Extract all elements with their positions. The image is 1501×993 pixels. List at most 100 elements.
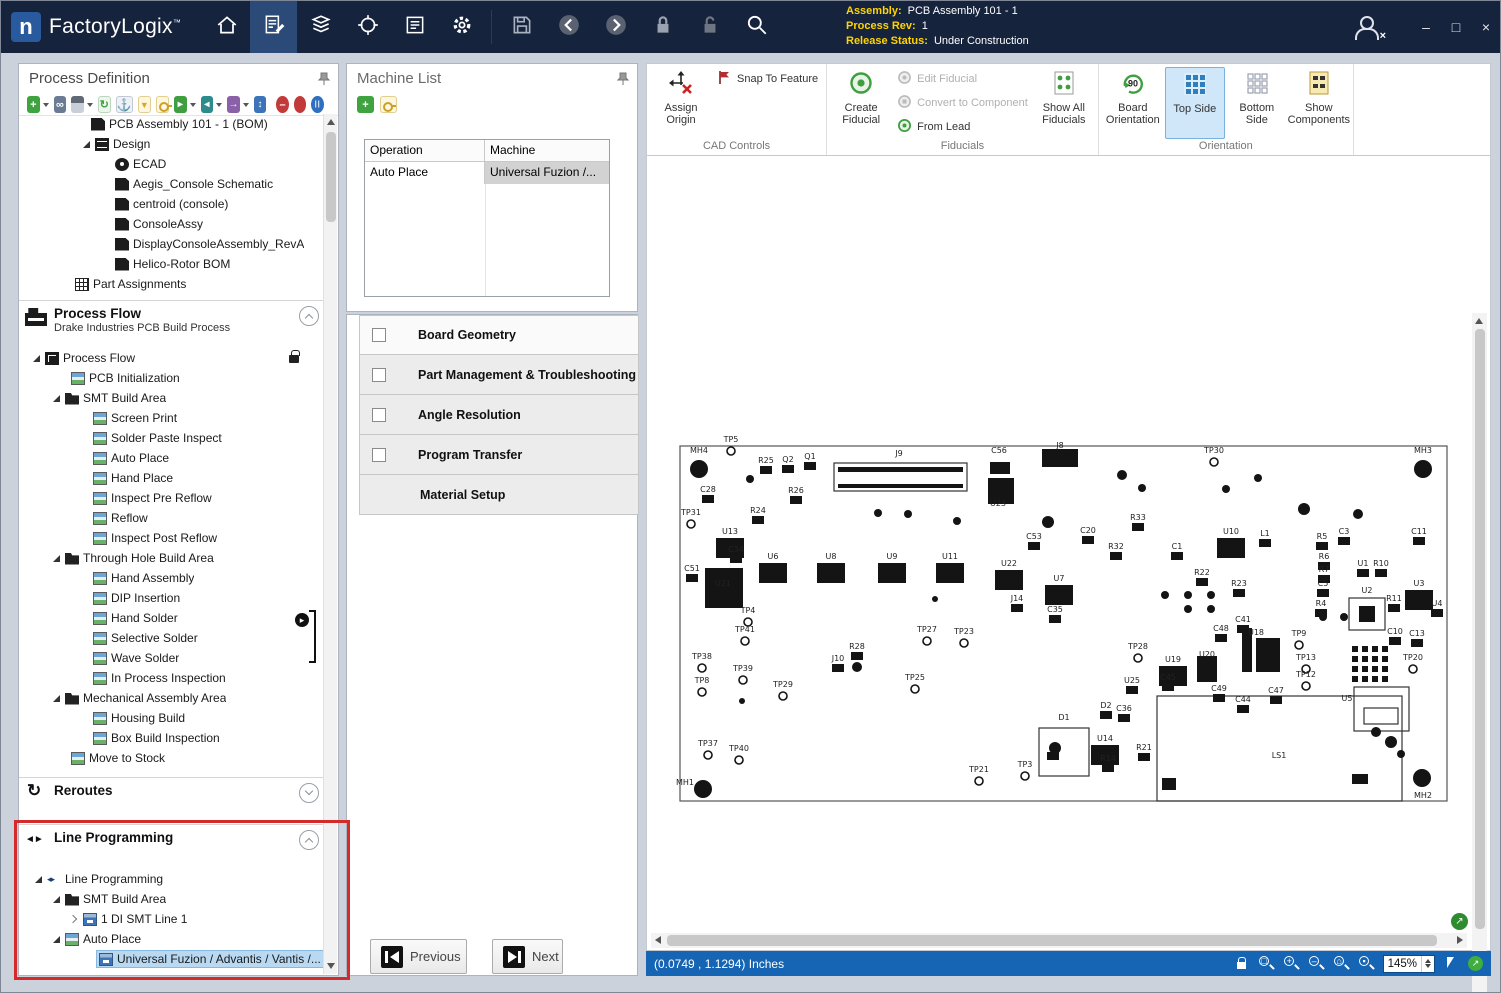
import-icon[interactable] (201, 96, 214, 113)
snap-to-feature-button[interactable]: Snap To Feature (713, 69, 822, 89)
scrollbar-thumb[interactable] (1475, 329, 1485, 929)
tree-item[interactable]: Box Build Inspection (19, 728, 327, 748)
tree-item-content[interactable]: Line Programming (45, 871, 167, 887)
from-lead-button[interactable]: From Lead (893, 117, 1032, 137)
pcb-board-view[interactable]: MH4TP5C28TP31U13C34R25Q2Q1R26R24J9C56J8U… (652, 316, 1463, 936)
tree-item[interactable]: Process Flow (19, 348, 327, 368)
back-button[interactable] (545, 1, 592, 53)
collapsed-arrow-icon[interactable] (68, 913, 81, 926)
expanded-arrow-icon[interactable] (50, 392, 63, 405)
tree-item[interactable]: centroid (console) (19, 194, 327, 214)
operation-cell[interactable]: Auto Place (365, 162, 485, 184)
tree-item-content[interactable]: Helico-Rotor BOM (113, 256, 234, 272)
key-icon[interactable] (156, 96, 169, 113)
reroutes-header[interactable]: Reroutes (19, 777, 327, 814)
tree-item-content[interactable]: SMT Build Area (63, 390, 170, 406)
tree-item-content[interactable]: Hand Place (91, 470, 177, 486)
tree-item-content[interactable]: Screen Print (91, 410, 181, 426)
tree-item-content[interactable]: Reflow (91, 510, 152, 526)
pin-icon[interactable] (617, 72, 629, 91)
canvas-horizontal-scrollbar[interactable] (651, 933, 1467, 948)
tree-item[interactable]: Screen Print (19, 408, 327, 428)
link-icon[interactable] (54, 96, 67, 113)
tree-item-content[interactable]: Through Hole Build Area (63, 550, 218, 566)
tree-item[interactable]: Line Programming (19, 869, 327, 889)
assign-origin-button[interactable]: Assign Origin (651, 67, 711, 139)
tree-item-content[interactable]: Hand Solder (91, 610, 182, 626)
user-logout-icon[interactable]: × (1352, 14, 1378, 40)
expanded-arrow-icon[interactable] (50, 692, 63, 705)
record-icon[interactable] (294, 96, 307, 113)
tree-item-content[interactable]: centroid (console) (113, 196, 232, 212)
tree-item[interactable]: SMT Build Area (19, 889, 327, 909)
expanded-arrow-icon[interactable] (50, 893, 63, 906)
machine-cell[interactable]: Universal Fuzion /... (485, 162, 609, 184)
expanded-arrow-icon[interactable] (50, 933, 63, 946)
create-fiducial-button[interactable]: Create Fiducial (831, 67, 891, 139)
tree-item-content[interactable]: Aegis_Console Schematic (113, 176, 277, 192)
edit-fiducial-button[interactable]: Edit Fiducial (893, 69, 1032, 89)
process-definition-button[interactable] (250, 1, 297, 53)
close-button[interactable]: × (1478, 19, 1494, 35)
dropdown-caret-icon[interactable] (43, 103, 49, 107)
zoom-level-input[interactable]: 145% (1383, 955, 1435, 973)
previous-button[interactable]: Previous (370, 939, 467, 974)
tree-item-content[interactable]: ConsoleAssy (113, 216, 207, 232)
tree-item[interactable]: Auto Place (19, 448, 327, 468)
tree-item[interactable]: PCB Assembly 101 - 1 (BOM) (19, 114, 327, 134)
scroll-up-arrow-icon[interactable] (327, 119, 335, 125)
refresh-view-icon[interactable]: ↗ (1468, 956, 1483, 971)
section-item[interactable]: Material Setup (359, 475, 639, 515)
section-checkbox[interactable] (372, 448, 386, 462)
section-item[interactable]: Part Management & Troubleshooting (359, 355, 639, 395)
tree-item-content[interactable]: Process Flow (43, 350, 139, 366)
remove-icon[interactable] (276, 96, 289, 113)
tree-item[interactable]: Solder Paste Inspect (19, 428, 327, 448)
board-orientation-button[interactable]: 90 Board Orientation (1103, 67, 1163, 139)
next-button[interactable]: Next (492, 939, 563, 974)
tree-item-content[interactable]: PCB Assembly 101 - 1 (BOM) (89, 116, 272, 132)
forward-button[interactable] (592, 1, 639, 53)
tree-item-content[interactable]: Universal Fuzion / Advantis / Vantis /..… (97, 951, 325, 967)
spinner-up-icon[interactable] (1425, 959, 1431, 963)
section-checkbox[interactable] (372, 368, 386, 382)
canvas-vertical-scrollbar[interactable] (1472, 313, 1487, 993)
tree-item-content[interactable]: ECAD (113, 156, 170, 172)
tree-item-content[interactable]: Auto Place (63, 931, 145, 947)
tree-item[interactable]: Design (19, 134, 327, 154)
tree-item-content[interactable]: Box Build Inspection (91, 730, 224, 746)
audit-search-button[interactable] (733, 1, 780, 53)
pointer-tool-icon[interactable] (1443, 955, 1460, 972)
zoom-spinner[interactable] (1421, 956, 1434, 972)
scroll-right-arrow-icon[interactable] (1457, 936, 1463, 944)
tree-item-content[interactable]: 1 DI SMT Line 1 (81, 911, 191, 927)
lock-view-icon[interactable] (1233, 955, 1250, 972)
zoom-window-icon[interactable]: □ (1258, 955, 1275, 972)
collapse-line-programming-button[interactable] (299, 830, 319, 850)
spinner-down-icon[interactable] (1425, 964, 1431, 968)
tree-item[interactable]: In Process Inspection (19, 668, 327, 688)
section-item[interactable]: Board Geometry (359, 315, 639, 355)
column-header[interactable]: Machine (485, 140, 609, 161)
tree-item-content[interactable]: SMT Build Area (63, 891, 170, 907)
tree-item[interactable]: Universal Fuzion / Advantis / Vantis /..… (19, 949, 327, 969)
left-panel-scrollbar[interactable] (323, 114, 337, 974)
tree-item[interactable]: SMT Build Area (19, 388, 327, 408)
tree-item-content[interactable]: Auto Place (91, 450, 173, 466)
reports-button[interactable] (391, 1, 438, 53)
maximize-button[interactable]: □ (1448, 19, 1464, 35)
scroll-down-arrow-icon[interactable] (327, 963, 335, 969)
dropdown-caret-icon[interactable] (87, 103, 93, 107)
export-icon[interactable] (174, 96, 187, 113)
tree-item[interactable]: Helico-Rotor BOM (19, 254, 327, 274)
tree-item-content[interactable]: PCB Initialization (69, 370, 184, 386)
anchor-icon[interactable] (116, 96, 133, 113)
tree-item[interactable]: Through Hole Build Area (19, 548, 327, 568)
column-header[interactable]: Operation (365, 140, 485, 161)
section-checkbox[interactable] (372, 328, 386, 342)
section-item[interactable]: Program Transfer (359, 435, 639, 475)
update-icon[interactable] (98, 96, 111, 113)
tree-item[interactable]: Wave Solder (19, 648, 327, 668)
line-programming-header[interactable]: Line Programming (19, 824, 327, 860)
show-all-fiducials-button[interactable]: Show All Fiducials (1034, 67, 1094, 139)
